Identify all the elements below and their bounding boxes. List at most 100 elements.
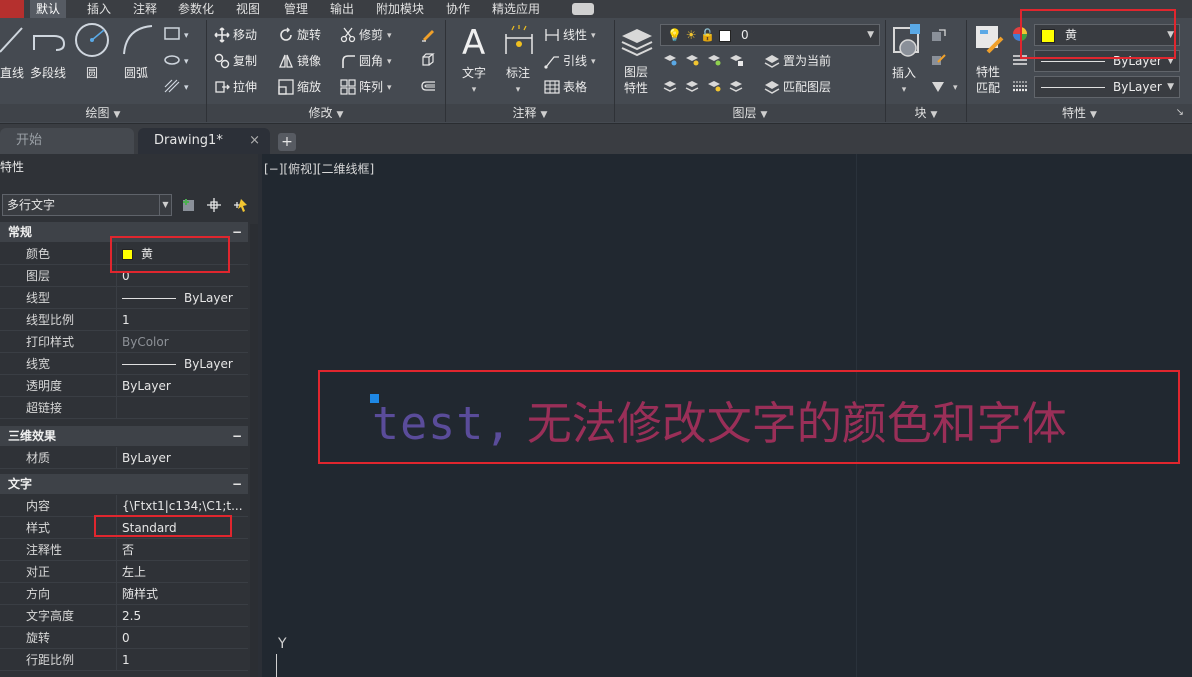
block-panel-title[interactable]: 块 ▼ [886,104,966,122]
section-text[interactable]: 文字 − [0,474,248,494]
lineweight-dropdown[interactable]: ByLayer ▼ [1034,76,1180,98]
layers-panel-title[interactable]: 图层 ▼ [615,104,885,122]
menu-tab-featured-apps[interactable]: 精选应用 [486,0,546,18]
color-wheel-button[interactable] [1012,26,1031,42]
linear-dimension-button[interactable]: 线性 ▾ [544,26,596,43]
prop-row-linetype[interactable]: 线型 ByLayer [0,287,248,309]
application-button[interactable] [0,0,24,18]
menu-tab-addins[interactable]: 附加模块 [370,0,430,18]
ribbon-display-toggle-icon[interactable] [572,3,594,15]
array-button[interactable]: 阵列 ▾ [340,78,392,95]
modify-panel-title[interactable]: 修改 ▼ [207,104,445,122]
create-block-button[interactable] [930,28,949,44]
scale-button[interactable]: 缩放 [278,78,321,95]
rotate-button[interactable]: 旋转 [278,26,321,43]
text-tool[interactable]: A [460,23,492,63]
linetype-preview [122,298,176,299]
object-type-dropdown[interactable]: 多行文字 ▼ [2,194,172,216]
menu-tab-parametric[interactable]: 参数化 [172,0,220,18]
menu-tab-output[interactable]: 输出 [324,0,360,18]
prop-row-justify[interactable]: 对正 左上 [0,561,248,583]
match-properties-tool[interactable] [972,22,1006,63]
table-button[interactable]: 表格 [544,78,587,95]
layer-tools-row1[interactable] [662,52,758,71]
close-icon[interactable]: × [249,128,260,154]
section-3d-effects[interactable]: 三维效果 − [0,426,248,446]
properties-panel-title[interactable]: 特性 ▼ ↘ [967,104,1192,122]
prop-row-hyperlink[interactable]: 超链接 [0,397,248,419]
prop-row-text-height[interactable]: 文字高度 2.5 [0,605,248,627]
edit-block-button[interactable] [930,52,949,68]
set-current-button[interactable]: 置为当前 [764,52,831,69]
prop-row-color[interactable]: 颜色黄 [0,243,248,265]
block-attribute-button[interactable]: ▾ [930,78,958,94]
select-objects-icon[interactable] [206,197,222,213]
offset-button[interactable] [420,78,439,94]
copy-button[interactable]: 复制 [214,52,257,69]
layer-properties-tool[interactable] [620,24,654,61]
dialog-launcher-icon[interactable]: ↘ [1176,104,1184,122]
menu-tab-annotate[interactable]: 注释 [127,0,163,18]
polyline-tool[interactable] [32,24,68,57]
prop-row-transparency[interactable]: 透明度 ByLayer [0,375,248,397]
drawing-viewport[interactable]: [−][俯视][二维线框] test, 无法修改文字的颜色和字体 Y [262,154,1192,677]
mtext-object[interactable]: test, 无法修改文字的颜色和字体 [372,394,1067,454]
color-dropdown[interactable]: 黄 ▼ [1034,24,1180,46]
prop-row-line-spacing[interactable]: 行距比例 1 [0,649,248,671]
leader-button[interactable]: 引线 ▾ [544,52,596,69]
viewport-controls-label[interactable]: [−][俯视][二维线框] [264,160,374,177]
menu-tab-collaborate[interactable]: 协作 [440,0,476,18]
collapse-icon[interactable]: − [232,474,242,494]
circle-label: 圆 [86,66,99,80]
new-tab-button[interactable]: + [278,133,296,151]
rectangle-tool[interactable]: ▾ [164,26,196,45]
prop-row-style[interactable]: 样式 Standard [0,517,248,539]
palette-scrollbar[interactable] [250,224,258,677]
erase-button[interactable] [420,26,439,42]
layer-dropdown[interactable]: 💡 ☀ 🔓 0 ▼ [660,24,880,46]
prop-row-contents[interactable]: 内容 {\Ftxt1|c134;\C1;t... [0,495,248,517]
hatch-tool[interactable]: ▾ [164,78,196,97]
stretch-icon [215,80,230,93]
prop-row-direction[interactable]: 方向 随样式 [0,583,248,605]
prop-row-lineweight[interactable]: 线宽 ByLayer [0,353,248,375]
layer-tools-row2[interactable] [662,78,758,97]
stretch-button[interactable]: 拉伸 [214,78,257,95]
section-general[interactable]: 常规 − [0,222,248,242]
line-tool[interactable] [0,24,24,57]
menu-tab-manage[interactable]: 管理 [278,0,314,18]
linear-dimension-icon [545,28,559,41]
menu-tab-insert[interactable]: 插入 [81,0,117,18]
menu-tab-default[interactable]: 默认 [30,0,67,18]
prop-row-linetype-scale[interactable]: 线型比例 1 [0,309,248,331]
match-layer-button[interactable]: 匹配图层 [764,78,831,95]
sun-icon: ☀ [685,28,697,42]
prop-row-material[interactable]: 材质 ByLayer [0,447,248,469]
annotation-panel-title[interactable]: 注释 ▼ [446,104,614,122]
ellipse-tool[interactable]: ▾ [164,52,196,71]
tab-start[interactable]: 开始 [0,128,134,154]
draw-panel-title[interactable]: 绘图 ▼ [0,104,206,122]
linetype-row-icon-button[interactable] [1012,52,1031,68]
toggle-pickadd-icon[interactable] [180,197,196,213]
mirror-button[interactable]: 镜像 [278,52,321,69]
quick-select-icon[interactable] [232,197,248,213]
fillet-button[interactable]: 圆角 ▾ [340,52,392,69]
lineweight-row-icon-button[interactable] [1012,78,1031,94]
collapse-icon[interactable]: − [232,426,242,446]
prop-row-annotative[interactable]: 注释性否 [0,539,248,561]
dimension-tool[interactable] [502,24,536,61]
prop-row-plot-style[interactable]: 打印样式 ByColor [0,331,248,353]
trim-button[interactable]: 修剪 ▾ [340,26,392,43]
insert-block-tool[interactable] [890,22,924,63]
move-button[interactable]: 移动 [214,26,257,43]
tab-drawing1[interactable]: Drawing1* × [138,128,270,154]
solid-edit-button[interactable] [420,52,439,68]
circle-tool[interactable] [74,22,110,61]
prop-row-rotation[interactable]: 旋转 0 [0,627,248,649]
arc-tool[interactable] [120,22,156,61]
prop-row-layer[interactable]: 图层 0 [0,265,248,287]
menu-tab-view[interactable]: 视图 [230,0,266,18]
collapse-icon[interactable]: − [232,222,242,242]
linetype-dropdown[interactable]: ByLayer ▼ [1034,50,1180,72]
